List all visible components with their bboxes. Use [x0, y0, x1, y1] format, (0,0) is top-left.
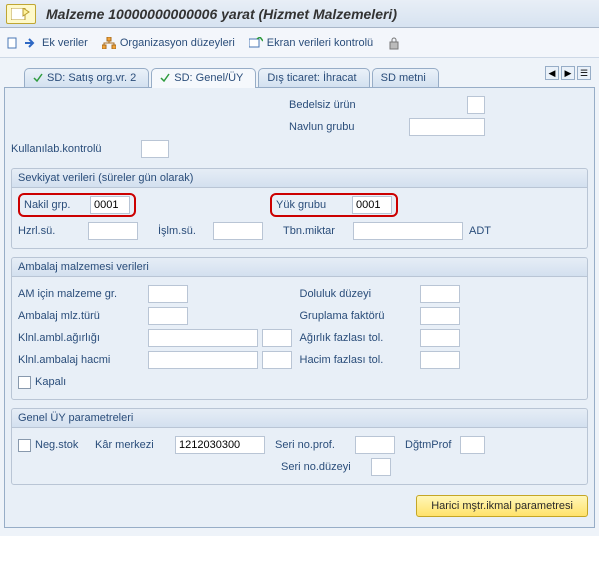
ambalaj-title: Ambalaj malzemesi verileri — [12, 258, 587, 277]
app-icon — [6, 4, 36, 24]
islm-su-label: İşlm.sü. — [158, 225, 213, 237]
dgtm-prof-input[interactable] — [460, 436, 485, 454]
navlun-grubu-label: Navlun grubu — [289, 121, 389, 133]
bedelsiz-urun-input[interactable] — [467, 96, 485, 114]
main-panel: Bedelsiz ürün Navlun grubu Kullanılab.ko… — [4, 88, 595, 528]
kar-merkezi-input[interactable] — [175, 436, 265, 454]
tab-check-icon — [33, 73, 43, 83]
genel-uy-title: Genel ÜY parametreleri — [12, 409, 587, 428]
nakil-grp-highlight: Nakil grp. — [18, 193, 136, 217]
tab-nav: ◀ ▶ ☰ — [545, 66, 591, 80]
klnl-ambl-hacmi-input[interactable] — [148, 351, 258, 369]
page-title: Malzeme 10000000000006 yarat (Hizmet Mal… — [46, 6, 397, 22]
tab-sd-satis[interactable]: SD: Satış org.vr. 2 — [24, 68, 149, 87]
seri-duzeyi-input[interactable] — [371, 458, 391, 476]
dgtm-prof-label: DğtmProf — [405, 439, 460, 451]
doluluk-label: Doluluk düzeyi — [300, 288, 420, 300]
klnl-ambl-agir-input[interactable] — [148, 329, 258, 347]
tab-check-icon — [160, 73, 170, 83]
hzrl-su-label: Hzrl.sü. — [18, 225, 88, 237]
tabstrip: SD: Satış org.vr. 2 SD: Genel/ÜY Dış tic… — [4, 62, 595, 88]
genel-uy-group: Genel ÜY parametreleri Neg.stok Kâr merk… — [11, 408, 588, 485]
hacim-fazla-label: Hacim fazlası tol. — [300, 354, 420, 366]
yuk-grubu-highlight: Yük grubu — [270, 193, 398, 217]
lock-icon — [387, 36, 401, 50]
nakil-grp-label: Nakil grp. — [24, 199, 84, 211]
neg-stok-label: Neg.stok — [35, 439, 95, 451]
ekran-kontrolu-button[interactable]: Ekran verileri kontrolü — [249, 36, 373, 50]
arrow-right-icon — [24, 36, 38, 50]
gruplama-label: Gruplama faktörü — [300, 310, 420, 322]
seri-prof-label: Seri no.prof. — [275, 439, 355, 451]
doluluk-input[interactable] — [420, 285, 460, 303]
klnl-ambl-agir-unit-input[interactable] — [262, 329, 292, 347]
ek-veriler-button[interactable]: Ek veriler — [6, 36, 88, 50]
note-icon — [11, 8, 31, 20]
ambalaj-group: Ambalaj malzemesi verileri AM için malze… — [11, 257, 588, 400]
yuk-grubu-input[interactable] — [352, 196, 392, 214]
nakil-grp-input[interactable] — [90, 196, 130, 214]
seri-prof-input[interactable] — [355, 436, 395, 454]
hzrl-su-input[interactable] — [88, 222, 138, 240]
tbn-miktar-label: Tbn.miktar — [283, 225, 353, 237]
ambalaj-mlz-turu-input[interactable] — [148, 307, 188, 325]
tab-label-3: SD metni — [381, 72, 426, 84]
tbn-unit-label: ADT — [469, 225, 491, 237]
org-duzeyleri-button[interactable]: Organizasyon düzeyleri — [102, 36, 235, 50]
sevkiyat-group: Sevkiyat verileri (süreler gün olarak) N… — [11, 168, 588, 249]
check-screen-icon — [249, 36, 263, 50]
toolbar: Ek veriler Organizasyon düzeyleri Ekran … — [0, 28, 599, 58]
yuk-grubu-label: Yük grubu — [276, 199, 346, 211]
kapali-label: Kapalı — [35, 376, 66, 388]
body-area: SD: Satış org.vr. 2 SD: Genel/ÜY Dış tic… — [0, 58, 599, 536]
ambalaj-mlz-turu-label: Ambalaj mlz.türü — [18, 310, 148, 322]
islm-su-input[interactable] — [213, 222, 263, 240]
tab-label-2: Dış ticaret: İhracat — [267, 72, 356, 84]
tab-prev-button[interactable]: ◀ — [545, 66, 559, 80]
tab-list-button[interactable]: ☰ — [577, 66, 591, 80]
agirlik-fazla-input[interactable] — [420, 329, 460, 347]
document-icon — [6, 36, 20, 50]
am-malzeme-gr-input[interactable] — [148, 285, 188, 303]
tab-sd-genel-uy[interactable]: SD: Genel/ÜY — [151, 68, 256, 88]
ek-veriler-label: Ek veriler — [42, 37, 88, 49]
navlun-grubu-input[interactable] — [409, 118, 485, 136]
org-chart-icon — [102, 36, 116, 50]
am-malzeme-gr-label: AM için malzeme gr. — [18, 288, 148, 300]
tab-label-0: SD: Satış org.vr. 2 — [47, 72, 136, 84]
ekran-kontrolu-label: Ekran verileri kontrolü — [267, 37, 373, 49]
sevkiyat-title: Sevkiyat verileri (süreler gün olarak) — [12, 169, 587, 188]
seri-duzeyi-label: Seri no.düzeyi — [281, 461, 371, 473]
kullanilab-kontrolu-input[interactable] — [141, 140, 169, 158]
bedelsiz-urun-label: Bedelsiz ürün — [289, 99, 389, 111]
tab-label-1: SD: Genel/ÜY — [174, 72, 243, 84]
klnl-ambl-hacmi-unit-input[interactable] — [262, 351, 292, 369]
hacim-fazla-input[interactable] — [420, 351, 460, 369]
org-duzeyleri-label: Organizasyon düzeyleri — [120, 37, 235, 49]
kapali-checkbox[interactable] — [18, 376, 31, 389]
titlebar: Malzeme 10000000000006 yarat (Hizmet Mal… — [0, 0, 599, 28]
tab-next-button[interactable]: ▶ — [561, 66, 575, 80]
klnl-ambl-hacmi-label: Klnl.ambalaj hacmi — [18, 354, 148, 366]
klnl-ambl-agir-label: Klnl.ambl.ağırlığı — [18, 332, 148, 344]
tab-sd-metni[interactable]: SD metni — [372, 68, 439, 87]
kullanilab-kontrolu-label: Kullanılab.kontrolü — [11, 143, 141, 155]
gruplama-input[interactable] — [420, 307, 460, 325]
tab-dis-ticaret[interactable]: Dış ticaret: İhracat — [258, 68, 369, 87]
harici-mstr-button[interactable]: Harici mştr.ikmal parametresi — [416, 495, 588, 517]
tbn-miktar-input[interactable] — [353, 222, 463, 240]
kar-merkezi-label: Kâr merkezi — [95, 439, 175, 451]
neg-stok-checkbox[interactable] — [18, 439, 31, 452]
lock-button[interactable] — [387, 36, 401, 50]
agirlik-fazla-label: Ağırlık fazlası tol. — [300, 332, 420, 344]
